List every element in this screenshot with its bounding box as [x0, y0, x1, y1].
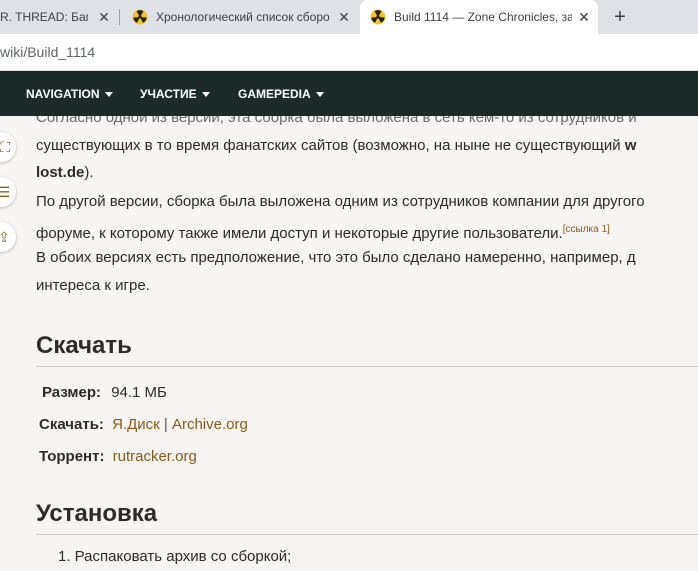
torrent-row: Торрент: rutracker.org [39, 448, 197, 465]
paragraph-line: существующих в то время фанатских сайтов… [36, 136, 636, 156]
divider [36, 534, 698, 535]
nav-participation[interactable]: УЧАСТИЕ [140, 87, 210, 101]
share-button[interactable]: ⇪ [0, 222, 16, 252]
address-bar[interactable]: wiki/Build_1114 [0, 34, 698, 71]
reference-link[interactable]: [ссылка 1] [563, 224, 610, 235]
bold-text: w [624, 137, 637, 154]
text: существующих в то время фанатских сайтов… [36, 137, 625, 154]
caret-down-icon [201, 91, 210, 97]
browser-tab-bar: R. THREAD: Баги ✕ Хронологический список… [0, 0, 698, 34]
size-row: Размер: 94.1 МБ [42, 384, 167, 401]
tab-build-1114[interactable]: Build 1114 — Zone Chronicles, за [360, 0, 598, 34]
rutracker-link[interactable]: rutracker.org [113, 448, 197, 465]
list-icon: ☰ [0, 183, 10, 200]
bold-text: lost.de [36, 164, 85, 181]
tab-title: Хронологический список сборо [156, 10, 330, 24]
nav-navigation[interactable]: NAVIGATION [26, 87, 113, 101]
url-text: wiki/Build_1114 [0, 44, 96, 60]
radiation-icon [132, 9, 148, 25]
section-heading-download: Скачать [36, 332, 132, 359]
expand-button[interactable]: ⛶ [0, 132, 16, 162]
nav-label: GAMEPEDIA [238, 87, 311, 101]
text: форуме, к которому также имели доступ и … [36, 225, 563, 242]
divider [36, 366, 698, 367]
paragraph-line: По другой версии, сборка была выложена о… [36, 193, 645, 210]
tab-chronology[interactable]: Хронологический список сборо [120, 0, 358, 34]
torrent-label: Торрент: [39, 448, 105, 465]
paragraph-line: lost.de). [36, 163, 94, 183]
nav-label: УЧАСТИЕ [140, 87, 197, 101]
close-icon[interactable]: ✕ [576, 9, 592, 25]
share-icon: ⇪ [0, 228, 10, 245]
radiation-icon [370, 9, 386, 25]
caret-down-icon [104, 91, 113, 97]
close-icon[interactable]: ✕ [336, 9, 352, 25]
tab-title: Build 1114 — Zone Chronicles, за [394, 10, 572, 24]
contents-button[interactable]: ☰ [0, 177, 16, 207]
nav-gamepedia[interactable]: GAMEPEDIA [238, 87, 324, 101]
download-row: Скачать: Я.Диск | Archive.org [39, 416, 248, 433]
list-item: 1. Распаковать архив со сборкой; [58, 548, 292, 565]
expand-icon: ⛶ [0, 138, 10, 155]
close-icon[interactable]: ✕ [96, 9, 112, 25]
caret-down-icon [315, 91, 324, 97]
paragraph-line: форуме, к которому также имели доступ и … [36, 220, 610, 244]
paragraph-line: Согласно одной из версий, эта сборка был… [36, 116, 637, 126]
separator: | [163, 416, 168, 433]
download-label: Скачать: [39, 416, 104, 433]
nav-label: NAVIGATION [26, 87, 100, 101]
paragraph-line: В обоих версиях есть предположение, что … [36, 249, 636, 266]
section-heading-install: Установка [36, 500, 158, 527]
yandex-disk-link[interactable]: Я.Диск [112, 416, 160, 433]
tab-title: R. THREAD: Баги [0, 10, 88, 24]
text: ). [84, 164, 94, 181]
size-label: Размер: [42, 384, 102, 401]
site-navbar: NAVIGATION УЧАСТИЕ GAMEPEDIA [0, 71, 698, 116]
new-tab-button[interactable]: + [610, 7, 630, 27]
archive-org-link[interactable]: Archive.org [172, 416, 248, 433]
article-content: Согласно одной из версий, эта сборка был… [0, 116, 698, 571]
paragraph-line: интереса к игре. [36, 277, 150, 294]
size-value: 94.1 МБ [111, 384, 167, 401]
